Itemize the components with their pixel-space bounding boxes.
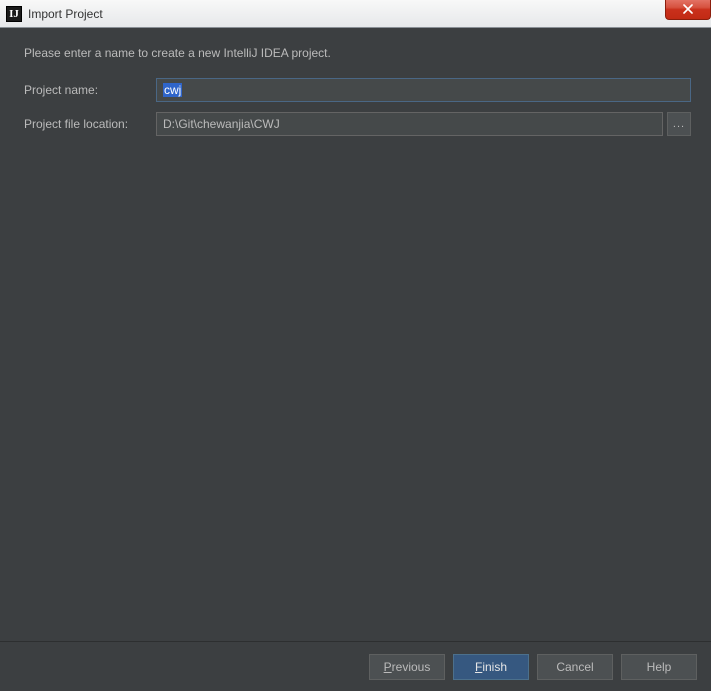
cancel-button[interactable]: Cancel <box>537 654 613 680</box>
project-location-input[interactable] <box>156 112 663 136</box>
close-icon <box>683 4 693 14</box>
project-name-input[interactable]: cwj <box>156 78 691 102</box>
app-icon: IJ <box>6 6 22 22</box>
close-button[interactable] <box>665 0 711 20</box>
browse-button[interactable]: ... <box>667 112 691 136</box>
spacer <box>24 146 691 641</box>
previous-button[interactable]: Previous <box>369 654 445 680</box>
project-name-row: Project name: cwj <box>24 78 691 102</box>
project-location-label: Project file location: <box>24 117 156 131</box>
instruction-text: Please enter a name to create a new Inte… <box>24 46 691 60</box>
project-name-value: cwj <box>163 83 182 97</box>
import-project-window: IJ Import Project Please enter a name to… <box>0 0 711 691</box>
button-bar: Previous Finish Cancel Help <box>0 641 711 691</box>
help-button[interactable]: Help <box>621 654 697 680</box>
project-location-row: Project file location: ... <box>24 112 691 136</box>
project-name-label: Project name: <box>24 83 156 97</box>
finish-button[interactable]: Finish <box>453 654 529 680</box>
window-title: Import Project <box>28 7 103 21</box>
dialog-content: Please enter a name to create a new Inte… <box>0 28 711 641</box>
titlebar: IJ Import Project <box>0 0 711 28</box>
